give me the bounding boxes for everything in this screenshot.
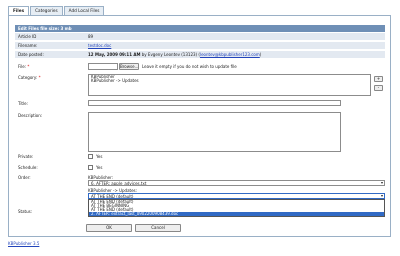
- status-row: Status:: [15, 209, 385, 217]
- description-label: Description:: [18, 113, 43, 118]
- filename-label: Filename:: [18, 43, 38, 48]
- schedule-label: Schedule:: [18, 165, 38, 170]
- footer-link[interactable]: KBPublisher 3.5: [8, 241, 39, 246]
- article-id-label: Article ID: [18, 34, 37, 39]
- schedule-checkbox[interactable]: [88, 165, 93, 170]
- required-mark: *: [38, 75, 41, 80]
- date-posted-label: Date posted:: [18, 52, 44, 57]
- cancel-button[interactable]: Cancel: [135, 224, 181, 232]
- remove-category-button[interactable]: -: [374, 85, 383, 91]
- ok-button[interactable]: OK: [86, 224, 132, 232]
- schedule-row: Schedule: Yes: [15, 164, 385, 172]
- private-checkbox[interactable]: [88, 154, 93, 159]
- file-hint: Leave it empty if you do not wish to upd…: [142, 64, 237, 69]
- order-group1-select[interactable]: 6. AFTER: apple_advices.txt: [88, 180, 385, 186]
- posted-by-text: by Evgeny Leontev (13123): [141, 52, 198, 57]
- category-item[interactable]: KBPublisher -> Updates: [89, 79, 370, 83]
- filename-link[interactable]: testdoc.doc: [88, 43, 111, 48]
- browse-button[interactable]: Browse...: [119, 63, 139, 70]
- edit-file-panel: Edit Files file size: 3 mb Article ID 89…: [8, 15, 391, 237]
- title-label: Title:: [18, 101, 28, 106]
- required-mark: *: [27, 64, 30, 69]
- description-textarea[interactable]: [88, 112, 341, 152]
- file-row: File: * Browse... Leave it empty if you …: [15, 62, 385, 72]
- chevron-down-icon: [381, 182, 383, 184]
- category-row: Category: * KBPublisher KBPublisher -> U…: [15, 73, 385, 97]
- tab-add-local-files[interactable]: Add Local Files: [63, 6, 105, 15]
- title-input[interactable]: [88, 100, 341, 106]
- category-label: Category:: [18, 75, 38, 80]
- date-posted-value: 12 May, 2009 09:11 AM: [88, 52, 141, 57]
- article-id-row: Article ID 89: [15, 33, 385, 41]
- status-label: Status:: [18, 209, 33, 214]
- title-row: Title:: [15, 100, 385, 108]
- category-listbox[interactable]: KBPublisher KBPublisher -> Updates: [88, 74, 371, 96]
- file-path-input[interactable]: [88, 63, 118, 70]
- private-yes-label: Yes: [96, 154, 103, 159]
- author-email-link[interactable]: leontev@kbpublisher123.com: [200, 52, 260, 57]
- order-row: Order: KBPublisher: 6. AFTER: apple_advi…: [15, 174, 385, 217]
- private-label: Private:: [18, 154, 34, 159]
- filename-row: Filename: testdoc.doc: [15, 42, 385, 50]
- description-row: Description:: [15, 112, 385, 152]
- private-row: Private: Yes: [15, 153, 385, 161]
- article-id-value: 89: [88, 34, 94, 39]
- form-title: Edit Files file size: 3 mb: [15, 25, 385, 32]
- add-category-button[interactable]: +: [374, 76, 383, 82]
- date-posted-row: Date posted: 12 May, 2009 09:11 AM by Ev…: [15, 51, 385, 59]
- tab-categories[interactable]: Categories: [30, 6, 63, 15]
- schedule-yes-label: Yes: [96, 165, 103, 170]
- chevron-down-icon: [381, 195, 383, 197]
- order-group1-value: 6. AFTER: apple_advices.txt: [91, 181, 147, 186]
- order-label: Order:: [18, 175, 31, 180]
- file-label: File:: [18, 64, 27, 69]
